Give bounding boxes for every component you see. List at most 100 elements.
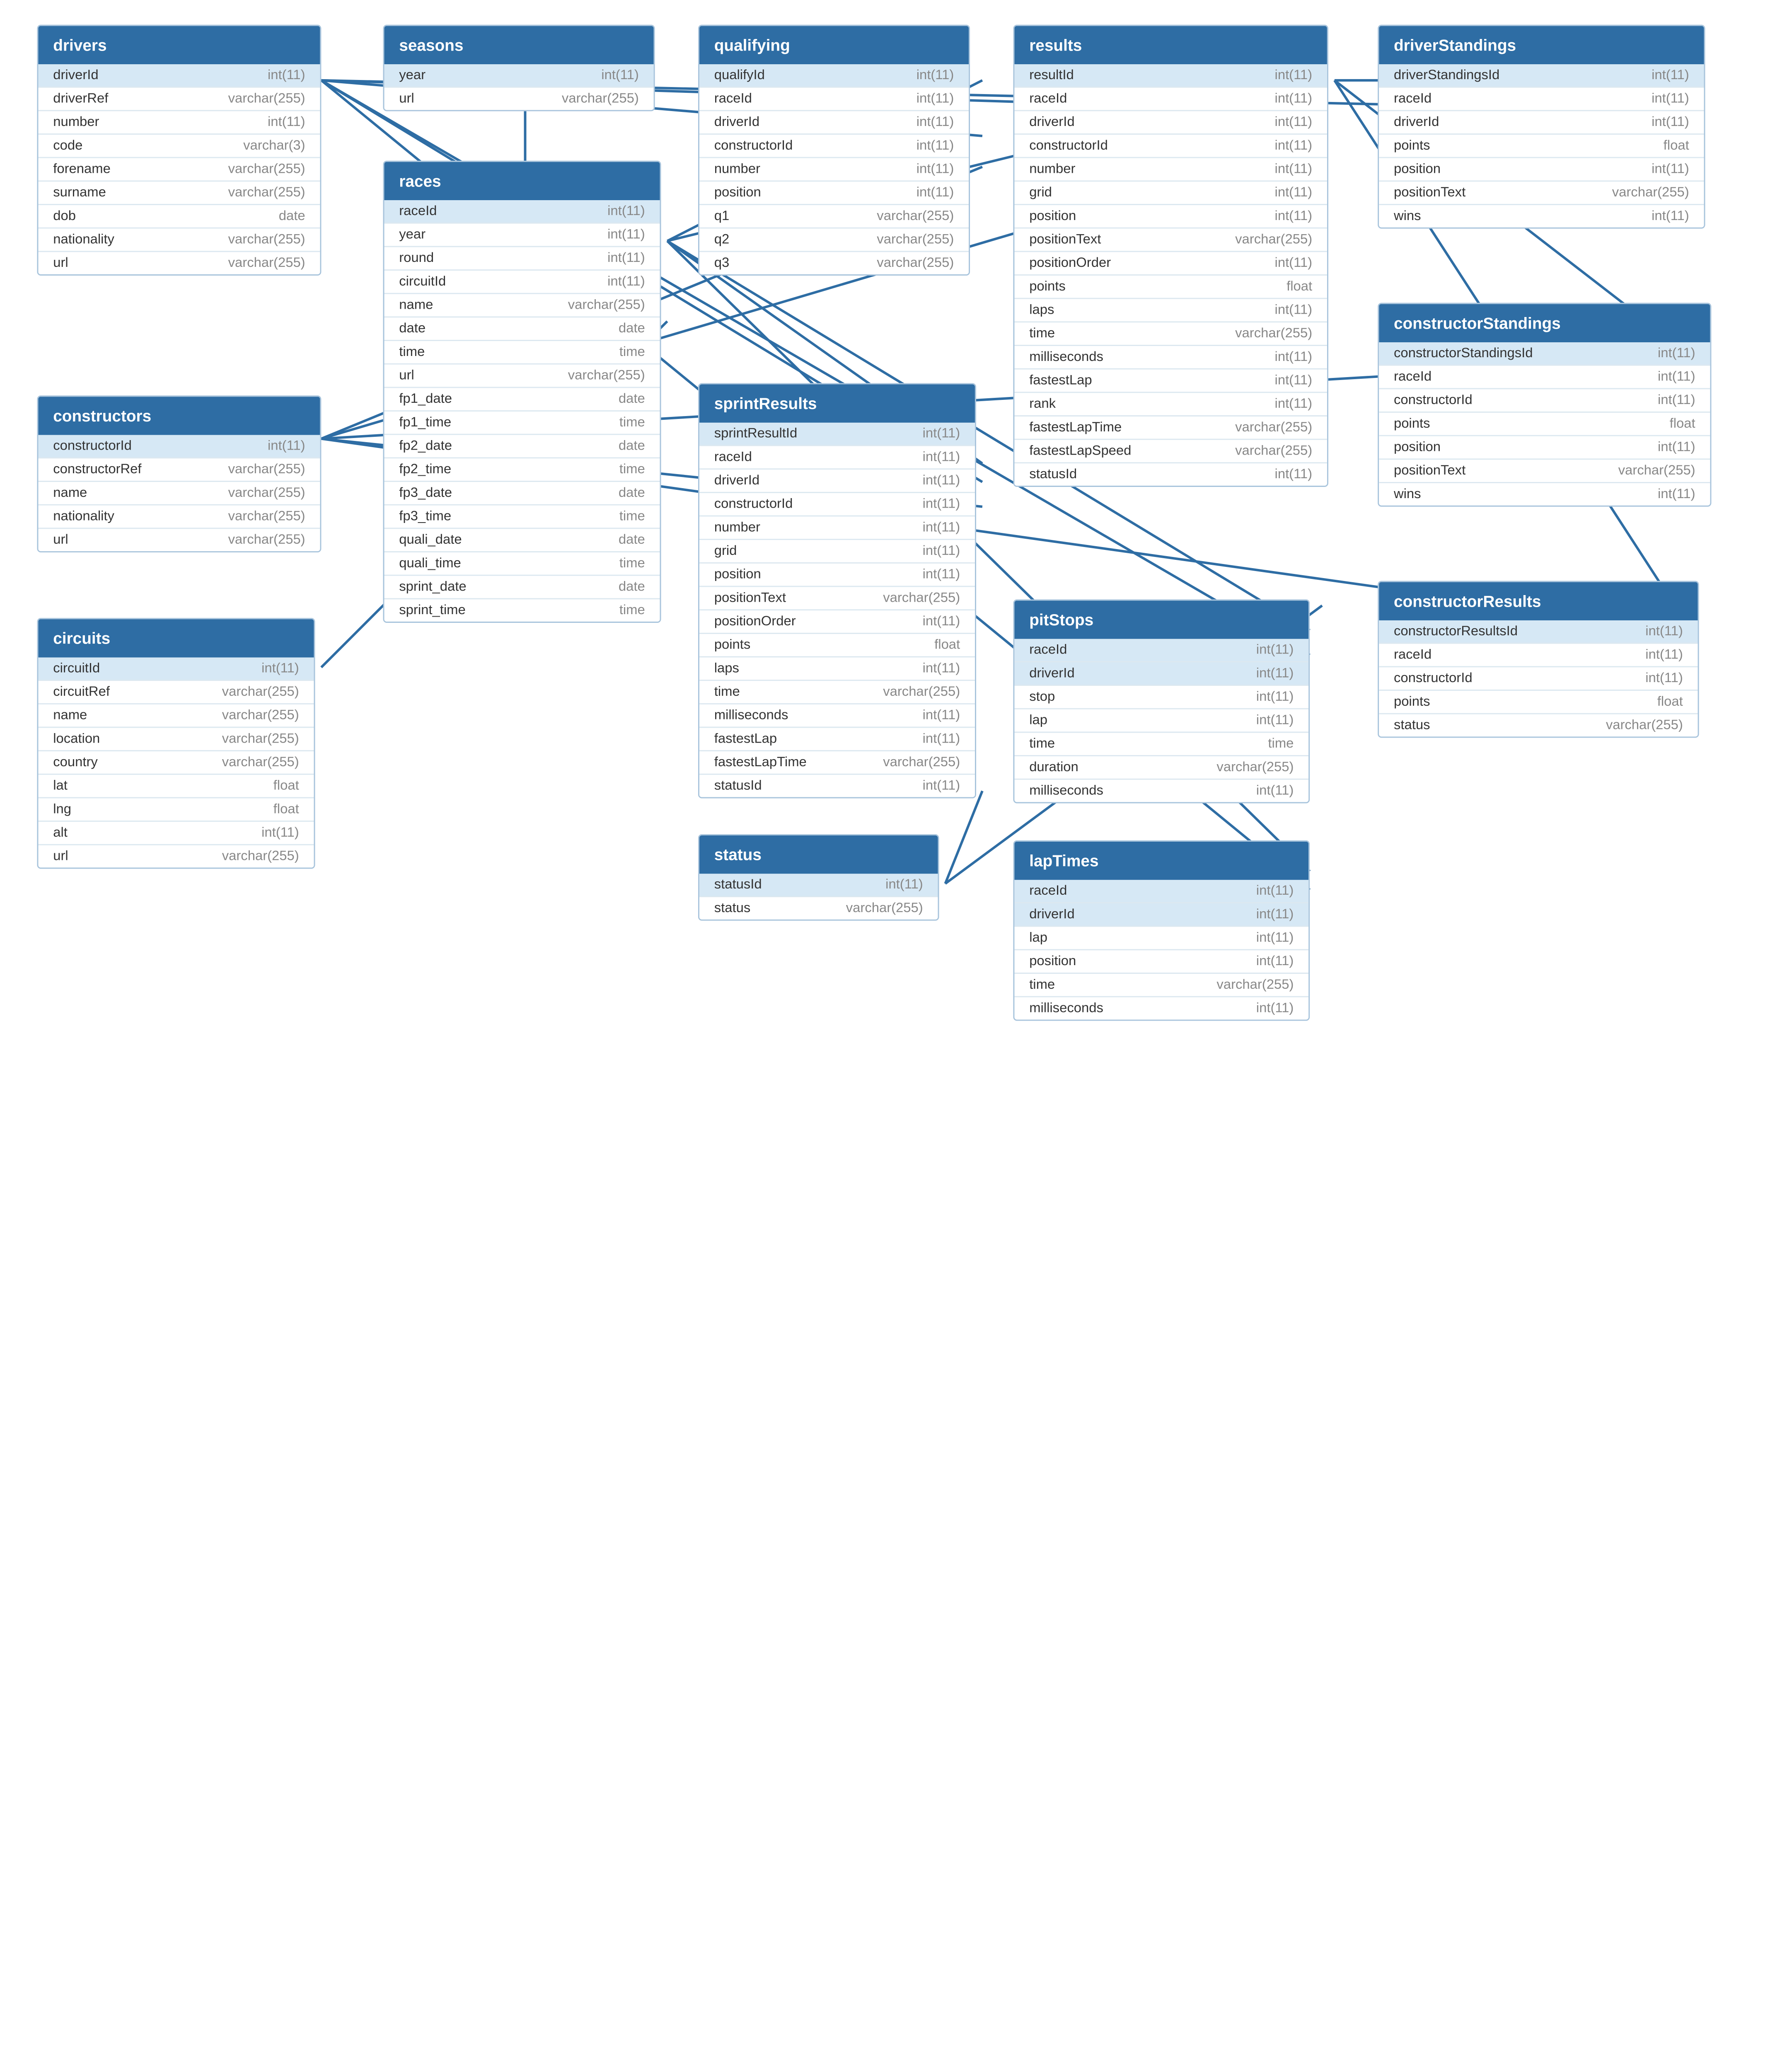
table-row: constructorIdint(11) — [1379, 389, 1710, 413]
table-row: positionint(11) — [699, 182, 969, 205]
table-row: circuitIdint(11) — [38, 658, 314, 681]
table-row: driverStandingsIdint(11) — [1379, 64, 1704, 88]
table-row: circuitRefvarchar(255) — [38, 681, 314, 704]
table-row: roundint(11) — [384, 247, 660, 271]
table-row: statusvarchar(255) — [1379, 714, 1698, 737]
table-row: fp1_datedate — [384, 388, 660, 411]
table-row: raceIdint(11) — [1379, 644, 1698, 668]
table-row: fastestLapint(11) — [699, 728, 975, 752]
table-sprintResults: sprintResults sprintResultIdint(11) race… — [698, 383, 976, 798]
table-row: latfloat — [38, 775, 314, 799]
table-row: timevarchar(255) — [699, 681, 975, 704]
table-row: sprint_datedate — [384, 576, 660, 600]
table-row: q2varchar(255) — [699, 229, 969, 252]
table-row: fastestLapTimevarchar(255) — [699, 751, 975, 775]
table-row: numberint(11) — [38, 111, 320, 135]
table-row: constructorIdint(11) — [1379, 667, 1698, 691]
table-row: namevarchar(255) — [38, 704, 314, 728]
table-row: nationalityvarchar(255) — [38, 506, 320, 529]
table-row: fp1_timetime — [384, 411, 660, 435]
table-row: namevarchar(255) — [38, 482, 320, 506]
table-row: urlvarchar(255) — [38, 529, 320, 551]
table-row: constructorResultsIdint(11) — [1379, 620, 1698, 644]
table-row: driverIdint(11) — [38, 64, 320, 88]
table-row: fastestLapint(11) — [1014, 370, 1327, 393]
table-row: durationvarchar(255) — [1014, 756, 1308, 780]
table-circuits: circuits circuitIdint(11) circuitRefvarc… — [37, 618, 315, 869]
table-races: races raceIdint(11) yearint(11) roundint… — [383, 161, 661, 623]
table-row: positionTextvarchar(255) — [1379, 182, 1704, 205]
table-results-header: results — [1014, 26, 1327, 64]
table-qualifying-header: qualifying — [699, 26, 969, 64]
table-row: resultIdint(11) — [1014, 64, 1327, 88]
table-row: millisecondsint(11) — [1014, 997, 1308, 1020]
table-circuits-header: circuits — [38, 619, 314, 657]
table-drivers-header: drivers — [38, 26, 320, 64]
table-row: quali_datedate — [384, 529, 660, 552]
table-row: raceIdint(11) — [699, 88, 969, 111]
table-row: positionint(11) — [1014, 205, 1327, 229]
table-row: datedate — [384, 317, 660, 341]
table-row: positionint(11) — [699, 564, 975, 587]
table-row: stopint(11) — [1014, 686, 1308, 709]
table-row: q3varchar(255) — [699, 252, 969, 274]
table-row: urlvarchar(255) — [384, 365, 660, 388]
table-constructorStandings: constructorStandings constructorStanding… — [1378, 303, 1711, 507]
table-row: numberint(11) — [699, 158, 969, 182]
table-row: raceIdint(11) — [1014, 88, 1327, 111]
table-row: raceIdint(11) — [384, 200, 660, 224]
table-driverStandings-header: driverStandings — [1379, 26, 1704, 64]
table-row: dobdate — [38, 205, 320, 229]
table-row: lapsint(11) — [699, 658, 975, 681]
table-row: timetime — [384, 341, 660, 365]
table-row: driverIdint(11) — [1379, 111, 1704, 135]
table-row: rankint(11) — [1014, 393, 1327, 416]
table-row: winsint(11) — [1379, 483, 1710, 506]
table-row: raceIdint(11) — [699, 446, 975, 470]
table-row: constructorRefvarchar(255) — [38, 458, 320, 482]
table-row: statusvarchar(255) — [699, 897, 938, 920]
table-constructorResults-header: constructorResults — [1379, 582, 1698, 620]
table-row: urlvarchar(255) — [38, 252, 320, 274]
table-row: millisecondsint(11) — [1014, 780, 1308, 802]
table-status: status statusIdint(11) statusvarchar(255… — [698, 834, 939, 921]
table-row: positionTextvarchar(255) — [1379, 460, 1710, 483]
table-row: driverIdint(11) — [1014, 662, 1308, 686]
table-row: constructorIdint(11) — [699, 493, 975, 517]
table-row: urlvarchar(255) — [384, 88, 653, 110]
table-row: quali_timetime — [384, 552, 660, 576]
table-row: surnamevarchar(255) — [38, 182, 320, 205]
table-row: constructorIdint(11) — [699, 135, 969, 158]
table-pitStops-header: pitStops — [1014, 600, 1308, 639]
table-row: timevarchar(255) — [1014, 322, 1327, 346]
table-row: positionTextvarchar(255) — [699, 587, 975, 611]
table-constructors: constructors constructorIdint(11) constr… — [37, 395, 321, 552]
table-row: positionOrderint(11) — [699, 610, 975, 634]
table-row: driverRefvarchar(255) — [38, 88, 320, 111]
table-row: constructorIdint(11) — [1014, 135, 1327, 158]
table-row: constructorIdint(11) — [38, 435, 320, 459]
table-row: sprintResultIdint(11) — [699, 423, 975, 446]
table-sprintResults-header: sprintResults — [699, 384, 975, 422]
table-row: raceIdint(11) — [1379, 88, 1704, 111]
table-row: countryvarchar(255) — [38, 751, 314, 775]
table-row: lapsint(11) — [1014, 299, 1327, 323]
table-row: forenamevarchar(255) — [38, 158, 320, 182]
table-row: lapint(11) — [1014, 709, 1308, 733]
table-row: statusIdint(11) — [1014, 463, 1327, 486]
canvas: drivers driverIdint(11) driverRefvarchar… — [0, 0, 1775, 2072]
table-row: lngfloat — [38, 799, 314, 822]
table-row: nationalityvarchar(255) — [38, 229, 320, 252]
table-row: fp3_datedate — [384, 482, 660, 506]
table-row: timetime — [1014, 733, 1308, 756]
table-row: constructorStandingsIdint(11) — [1379, 342, 1710, 366]
table-row: namevarchar(255) — [384, 294, 660, 318]
table-row: pointsfloat — [1379, 135, 1704, 158]
table-drivers: drivers driverIdint(11) driverRefvarchar… — [37, 25, 321, 276]
table-row: raceIdint(11) — [1014, 639, 1308, 663]
table-row: pointsfloat — [1014, 276, 1327, 299]
table-row: locationvarchar(255) — [38, 728, 314, 752]
table-results: results resultIdint(11) raceIdint(11) dr… — [1013, 25, 1328, 487]
table-row: lapint(11) — [1014, 927, 1308, 951]
table-pitStops: pitStops raceIdint(11) driverIdint(11) s… — [1013, 599, 1310, 803]
